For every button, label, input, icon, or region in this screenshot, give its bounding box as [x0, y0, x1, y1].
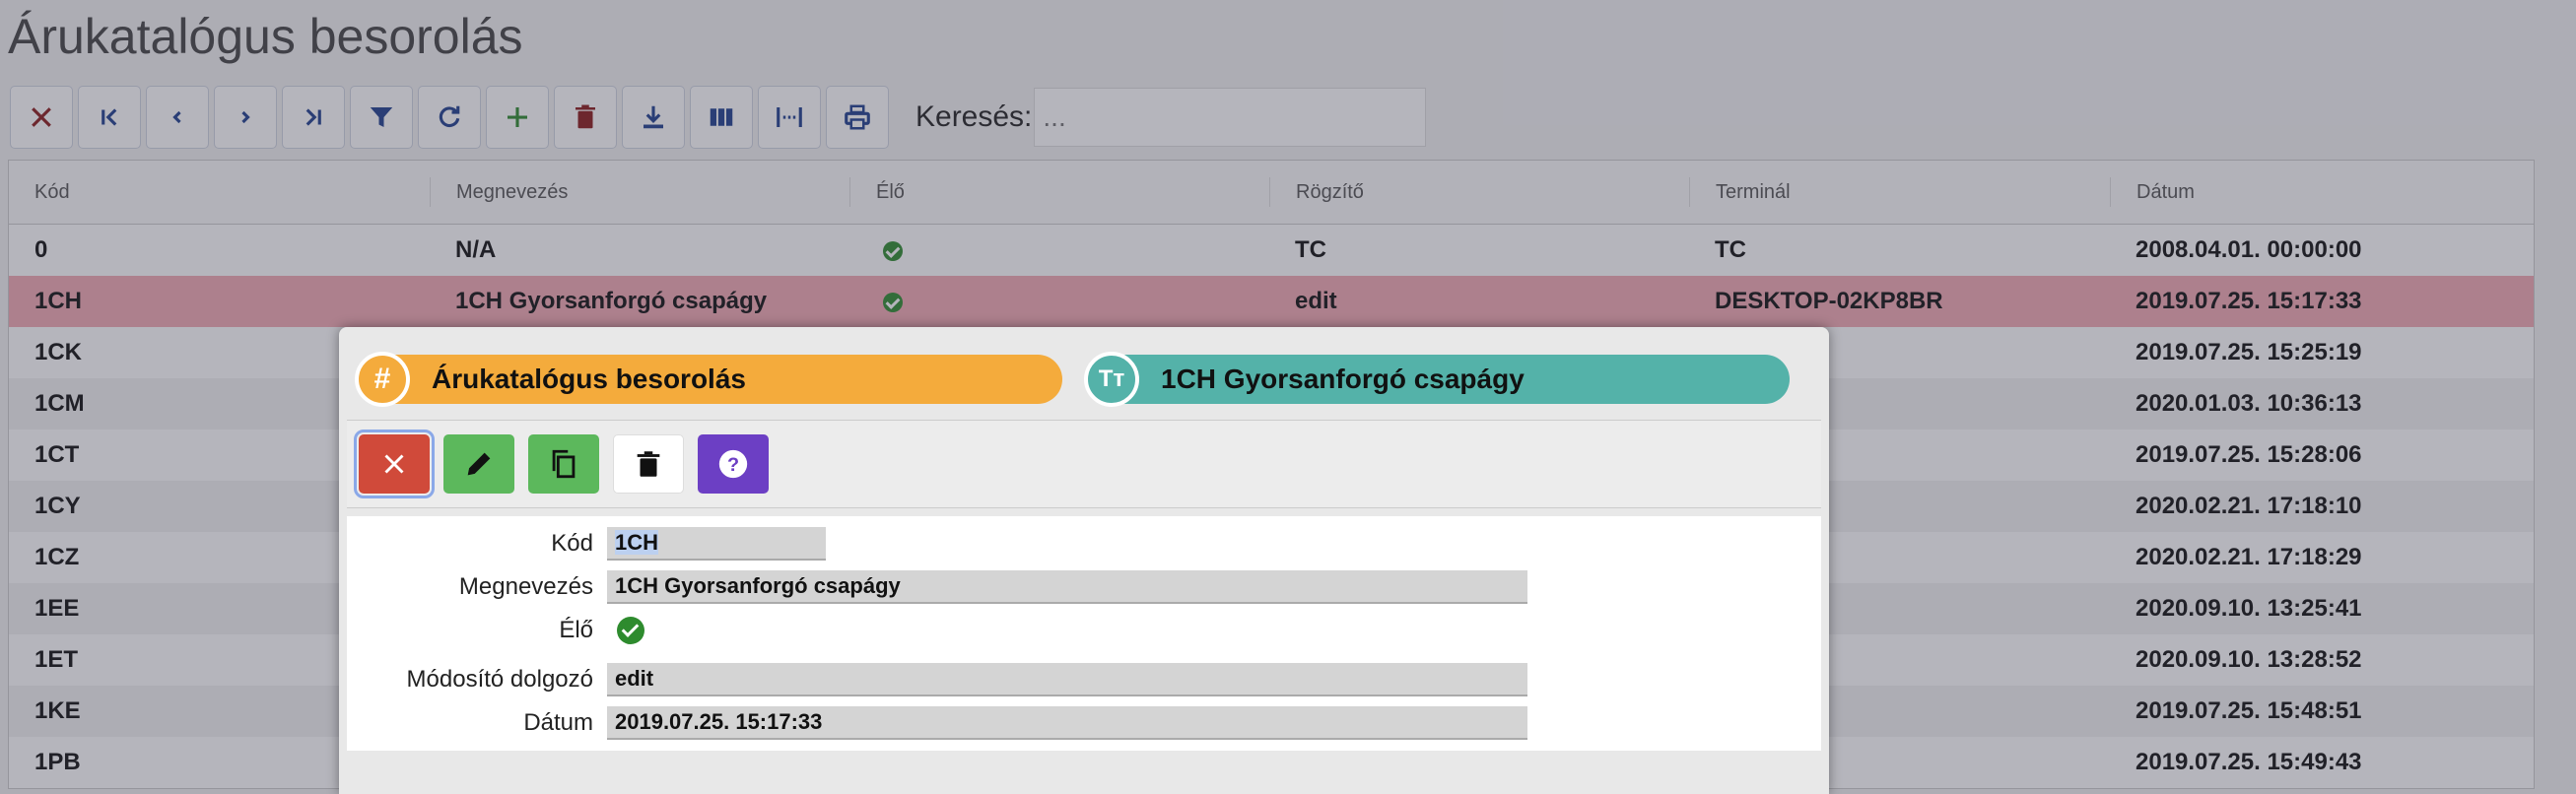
dialog-title-pill: # Árukatalógus besorolás	[355, 352, 1062, 407]
kod-field[interactable]: 1CH	[607, 527, 826, 561]
record-form: Kód 1CH Megnevezés 1CH Gyorsanforgó csap…	[347, 516, 1821, 751]
record-title-pill: Tт 1CH Gyorsanforgó csapágy	[1084, 352, 1790, 407]
elo-label: Élő	[559, 617, 593, 643]
help-button[interactable]: ?	[698, 434, 769, 494]
form-row-kod: Kód 1CH	[347, 524, 826, 563]
hash-icon: #	[355, 352, 410, 407]
record-title: 1CH Gyorsanforgó csapágy	[1161, 364, 1525, 394]
datum-field[interactable]: 2019.07.25. 15:17:33	[607, 706, 1527, 740]
form-row-elo: Élő	[347, 611, 644, 650]
record-dialog: # Árukatalógus besorolás Tт 1CH Gyorsanf…	[339, 327, 1829, 794]
modosito-field[interactable]: edit	[607, 663, 1527, 696]
modosito-label: Módosító dolgozó	[406, 666, 593, 693]
megnevezes-field[interactable]: 1CH Gyorsanforgó csapágy	[607, 570, 1527, 604]
trash-icon	[637, 451, 660, 477]
dialog-delete-button[interactable]	[613, 434, 684, 494]
megnevezes-label: Megnevezés	[458, 573, 593, 600]
form-row-datum: Dátum 2019.07.25. 15:17:33	[347, 703, 1527, 743]
form-row-modosito: Módosító dolgozó edit	[347, 660, 1527, 699]
dialog-title: Árukatalógus besorolás	[432, 364, 746, 394]
question-icon: ?	[718, 449, 748, 479]
pencil-icon	[467, 452, 491, 476]
form-row-megnevezes: Megnevezés 1CH Gyorsanforgó csapágy	[347, 567, 1527, 607]
copy-button[interactable]	[528, 434, 599, 494]
kod-label: Kód	[551, 530, 593, 557]
elo-checkbox[interactable]	[617, 617, 644, 644]
copy-icon	[552, 449, 576, 479]
text-type-icon: Tт	[1084, 352, 1139, 407]
edit-button[interactable]	[443, 434, 514, 494]
datum-label: Dátum	[523, 709, 593, 736]
close-icon	[384, 454, 404, 474]
svg-text:?: ?	[727, 454, 739, 476]
dialog-close-button[interactable]	[354, 430, 435, 498]
dialog-toolbar: ?	[347, 420, 1821, 508]
